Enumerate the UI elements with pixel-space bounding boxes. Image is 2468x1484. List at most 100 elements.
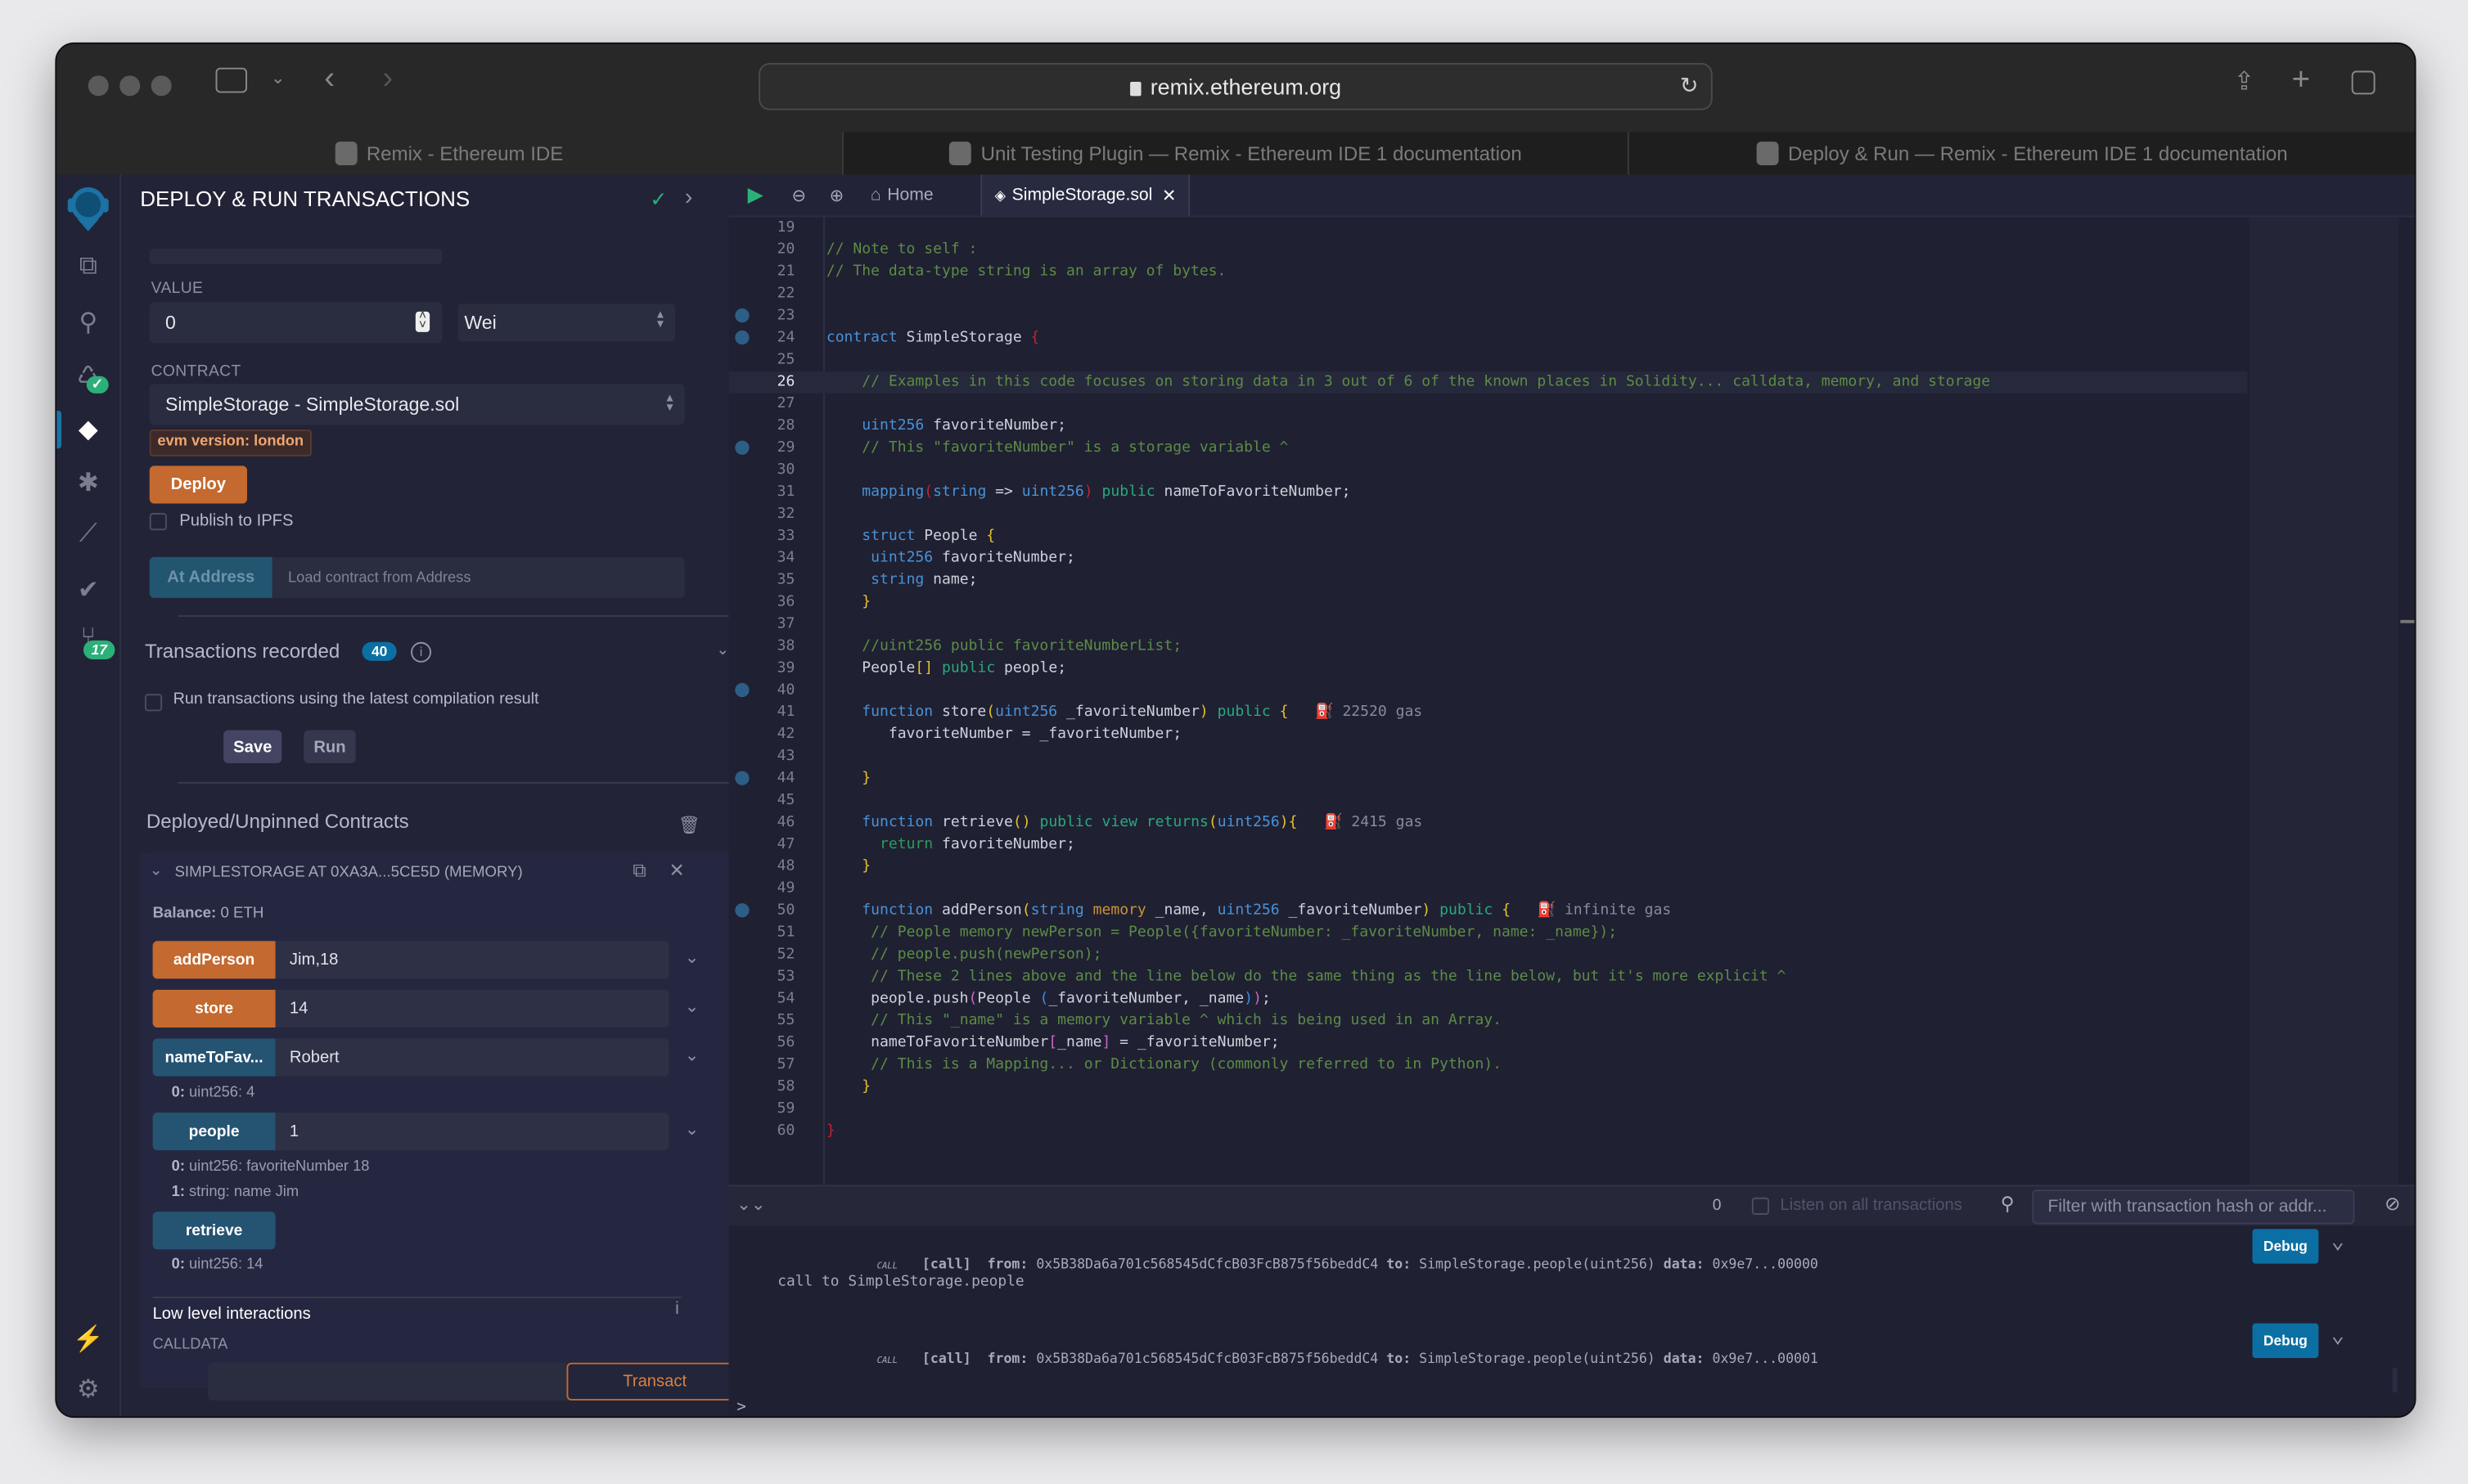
- code-line[interactable]: 55 // This "_name" is a memory variable …: [729, 1010, 2248, 1032]
- code-line[interactable]: 26 // Examples in this code focuses on s…: [728, 371, 2248, 393]
- code-line[interactable]: 25: [729, 349, 2248, 371]
- code-line[interactable]: 57 // This is a Mapping... or Dictionary…: [729, 1055, 2248, 1077]
- remix-logo-icon[interactable]: [56, 184, 119, 242]
- code-editor[interactable]: 19 20 // Note to self : 21 // The data-type …: [728, 217, 2248, 1185]
- code-line[interactable]: 43: [729, 746, 2248, 768]
- code-line[interactable]: 39 People[] public people;: [729, 658, 2248, 680]
- code-line[interactable]: 29 // This "favoriteNumber" is a storage…: [729, 438, 2248, 460]
- at-address-input[interactable]: Load contract from Address: [272, 556, 685, 598]
- code-line[interactable]: 20 // Note to self :: [729, 239, 2248, 261]
- debug-button[interactable]: Debug: [2252, 1323, 2319, 1358]
- collapse-terminal-icon[interactable]: ⌄⌄: [736, 1194, 765, 1215]
- debug-button[interactable]: Debug: [2252, 1229, 2319, 1264]
- browser-tab[interactable]: Remix - Ethereum IDE: [56, 132, 842, 175]
- publish-ipfs-checkbox[interactable]: [149, 513, 167, 531]
- retrieve-button[interactable]: retrieve: [152, 1212, 276, 1250]
- code-line[interactable]: 36 }: [729, 591, 2248, 614]
- new-tab-icon[interactable]: +: [2292, 63, 2310, 99]
- code-line[interactable]: 59: [729, 1099, 2248, 1121]
- code-line[interactable]: 42 favoriteNumber = _favoriteNumber;: [729, 724, 2248, 746]
- code-line[interactable]: 22: [729, 283, 2248, 305]
- nameToFavoriteNumber-button[interactable]: nameToFav...: [152, 1038, 276, 1077]
- forward-icon[interactable]: ›: [382, 61, 393, 97]
- chevron-down-icon[interactable]: ⌄: [2331, 1324, 2344, 1349]
- trash-icon[interactable]: 🗑: [678, 815, 700, 835]
- code-line[interactable]: 33 struct People {: [729, 525, 2248, 547]
- number-stepper-icon[interactable]: ˄ ˅: [415, 309, 430, 332]
- tab-home[interactable]: ⌂ Home: [871, 175, 934, 216]
- code-line[interactable]: 56 nameToFavoriteNumber[_name] = _favori…: [729, 1032, 2248, 1055]
- code-line[interactable]: 40: [729, 680, 2248, 702]
- code-line[interactable]: 35 string name;: [729, 569, 2248, 591]
- tab-simplestorage-sol[interactable]: ◈ SimpleStorage.sol ✕: [980, 174, 1191, 216]
- chevron-down-icon[interactable]: ⌄: [716, 642, 729, 659]
- copy-icon[interactable]: ⧉: [633, 859, 646, 883]
- close-icon[interactable]: ✕: [669, 859, 684, 881]
- at-address-button[interactable]: At Address: [149, 556, 272, 598]
- sidebar-toggle-icon[interactable]: [215, 67, 247, 93]
- people-button[interactable]: people: [152, 1112, 276, 1151]
- code-line[interactable]: 27: [729, 393, 2248, 416]
- code-line[interactable]: 53 // These 2 lines above and the line b…: [729, 966, 2248, 988]
- zoom-window-button[interactable]: [151, 75, 172, 97]
- addPerson-button[interactable]: addPerson: [152, 941, 276, 979]
- save-button[interactable]: Save: [223, 730, 282, 763]
- editor-scrollbar[interactable]: [2400, 619, 2415, 623]
- zoom-in-icon[interactable]: ⊕: [830, 175, 844, 216]
- code-line[interactable]: 28 uint256 favoriteNumber;: [729, 416, 2248, 438]
- store-button[interactable]: store: [152, 989, 276, 1028]
- debugger-icon[interactable]: ✱: [56, 467, 119, 498]
- addPerson-input[interactable]: Jim,18: [275, 941, 669, 979]
- code-line[interactable]: 30: [729, 460, 2248, 482]
- terminal-filter-input[interactable]: Filter with transaction hash or addr...: [2032, 1189, 2355, 1225]
- code-line[interactable]: 47 return favoriteNumber;: [729, 834, 2248, 856]
- deploy-button[interactable]: Deploy: [149, 465, 247, 504]
- close-tab-icon[interactable]: ✕: [1162, 185, 1177, 205]
- code-line[interactable]: 31 mapping(string => uint256) public nam…: [729, 482, 2248, 504]
- reload-icon[interactable]: ↻: [1680, 72, 1699, 99]
- clear-console-icon[interactable]: ⊘: [2385, 1193, 2400, 1215]
- gas-limit-input[interactable]: [149, 248, 443, 265]
- tab-overview-icon[interactable]: [2351, 70, 2376, 95]
- chevron-down-icon[interactable]: ⌄: [685, 1045, 700, 1065]
- terminal-prompt[interactable]: >: [736, 1399, 746, 1416]
- share-icon[interactable]: ⇪: [2233, 66, 2254, 97]
- chevron-down-icon[interactable]: ⌄: [271, 68, 286, 88]
- unit-testing-icon[interactable]: ✔: [56, 574, 119, 605]
- code-line[interactable]: 54 people.push(People (_favoriteNumber, …: [729, 988, 2248, 1010]
- code-line[interactable]: 58 }: [729, 1077, 2248, 1099]
- store-input[interactable]: 14: [275, 989, 669, 1028]
- transact-button[interactable]: Transact: [566, 1362, 743, 1401]
- code-line[interactable]: 21 // The data-type string is an array of…: [729, 261, 2248, 283]
- address-bar[interactable]: remix.ethereum.org ↻: [759, 62, 1713, 110]
- code-line[interactable]: 45: [729, 790, 2248, 812]
- code-line[interactable]: 19: [729, 217, 2248, 239]
- code-line[interactable]: 60}: [729, 1121, 2248, 1143]
- code-line[interactable]: 38 //uint256 public favoriteNumberList;: [729, 636, 2248, 658]
- chevron-down-icon[interactable]: ⌄: [2331, 1229, 2344, 1254]
- analytics-icon[interactable]: ⟋: [56, 521, 119, 550]
- code-line[interactable]: 49: [729, 878, 2248, 900]
- unit-select[interactable]: Wei ▲ ▼: [457, 304, 676, 342]
- nameToFavoriteNumber-input[interactable]: Robert: [275, 1038, 669, 1077]
- code-line[interactable]: 32: [729, 504, 2248, 526]
- code-line[interactable]: 34 uint256 favoriteNumber;: [729, 547, 2248, 569]
- contract-select[interactable]: SimpleStorage - SimpleStorage.sol ▲ ▼: [149, 384, 685, 425]
- run-latest-checkbox[interactable]: [144, 694, 163, 712]
- run-script-icon[interactable]: ▶: [748, 175, 763, 216]
- info-icon[interactable]: i: [675, 1300, 679, 1319]
- value-input[interactable]: 0 ˄ ˅: [149, 302, 443, 344]
- chevron-down-icon[interactable]: ⌄: [685, 947, 700, 968]
- search-icon[interactable]: ⚲: [56, 307, 119, 338]
- deploy-run-icon[interactable]: ◆: [56, 414, 119, 445]
- code-line[interactable]: 23: [729, 305, 2248, 327]
- back-icon[interactable]: ‹: [324, 61, 335, 97]
- code-line[interactable]: 46 function retrieve() public view retur…: [729, 812, 2248, 834]
- code-line[interactable]: 24 contract SimpleStorage {: [729, 327, 2248, 349]
- chevron-right-icon[interactable]: ›: [685, 184, 693, 211]
- code-line[interactable]: 37: [729, 614, 2248, 636]
- close-window-button[interactable]: [88, 75, 109, 97]
- chevron-down-icon[interactable]: ⌄: [685, 1119, 700, 1140]
- file-explorer-icon[interactable]: ⧉: [56, 254, 119, 282]
- people-input[interactable]: 1: [275, 1112, 669, 1151]
